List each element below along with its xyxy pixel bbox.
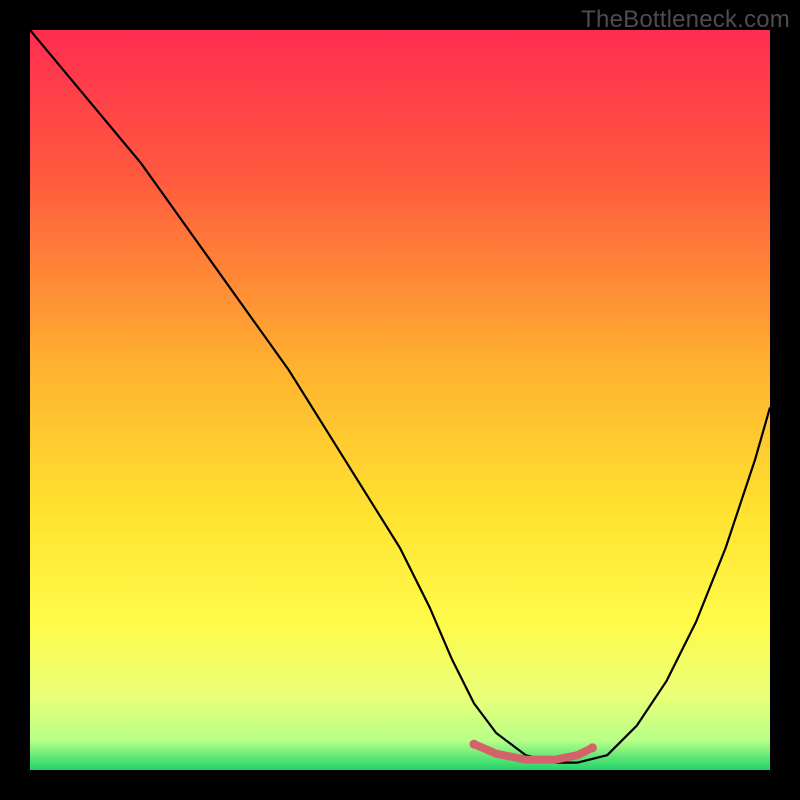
chart-frame: TheBottleneck.com xyxy=(0,0,800,800)
highlight-dot xyxy=(470,740,479,749)
gradient-background xyxy=(30,30,770,770)
highlight-dot xyxy=(588,743,597,752)
plot-area xyxy=(30,30,770,770)
chart-svg xyxy=(30,30,770,770)
